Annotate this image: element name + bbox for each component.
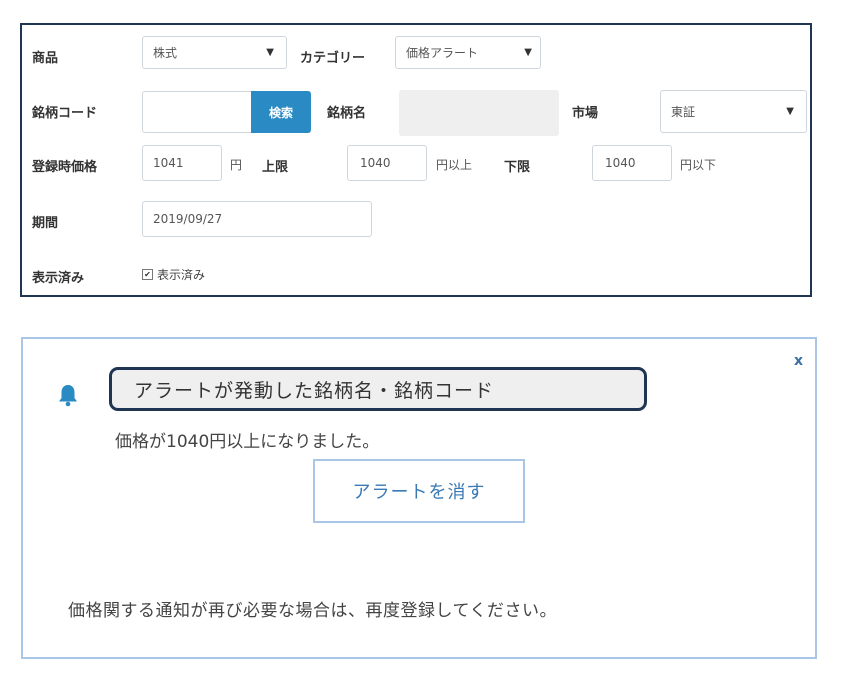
category-select[interactable]: 価格アラート ▼ (395, 36, 541, 69)
chevron-down-icon: ▼ (266, 47, 274, 58)
period-value: 2019/09/27 (153, 212, 223, 226)
search-button[interactable]: 検索 (251, 91, 311, 133)
alert-message: 価格が1040円以上になりました。 (115, 432, 380, 452)
lower-label: 下限 (504, 160, 531, 175)
lower-value: 1040 (605, 156, 636, 170)
upper-unit: 円以上 (436, 158, 473, 172)
upper-value: 1040 (360, 156, 391, 170)
dismiss-alert-button[interactable]: アラートを消す (313, 459, 525, 523)
product-select[interactable]: 株式 ▼ (142, 36, 287, 69)
product-select-value: 株式 (153, 46, 178, 60)
lower-input[interactable]: 1040 (592, 145, 672, 181)
category-select-value: 価格アラート (406, 46, 479, 60)
market-select-value: 東証 (671, 105, 696, 119)
upper-label: 上限 (262, 160, 289, 175)
market-label: 市場 (572, 106, 599, 121)
bell-icon (59, 385, 77, 407)
period-label: 期間 (32, 216, 59, 231)
code-input[interactable] (142, 91, 252, 133)
displayed-checkbox[interactable]: ✔ 表示済み (142, 266, 205, 283)
displayed-checkbox-label: 表示済み (157, 268, 206, 282)
period-input[interactable]: 2019/09/27 (142, 201, 372, 237)
alert-settings-form: 商品 株式 ▼ カテゴリー 価格アラート ▼ 銘柄コード 検索 銘柄名 市場 東… (20, 23, 812, 297)
reg-price-input[interactable]: 1041 (142, 145, 222, 181)
alert-footer-message: 価格関する通知が再び必要な場合は、再度登録してください。 (68, 601, 557, 621)
close-icon[interactable]: x (794, 353, 803, 369)
reg-price-unit: 円 (230, 158, 243, 172)
reg-price-label: 登録時価格 (32, 160, 98, 175)
code-label: 銘柄コード (32, 106, 98, 121)
name-field (399, 90, 559, 136)
reg-price-value: 1041 (153, 156, 184, 170)
chevron-down-icon: ▼ (786, 106, 794, 117)
market-select[interactable]: 東証 ▼ (660, 90, 807, 133)
category-label: カテゴリー (300, 51, 366, 66)
upper-input[interactable]: 1040 (347, 145, 427, 181)
alert-notification-panel: x アラートが発動した銘柄名・銘柄コード 価格が1040円以上になりました。 ア… (21, 337, 817, 659)
displayed-label: 表示済み (32, 271, 85, 286)
checkbox-check-icon[interactable]: ✔ (142, 269, 153, 280)
lower-unit: 円以下 (680, 158, 717, 172)
product-label: 商品 (32, 51, 59, 66)
name-label: 銘柄名 (327, 106, 367, 121)
chevron-down-icon: ▼ (524, 47, 532, 58)
alert-title: アラートが発動した銘柄名・銘柄コード (109, 367, 647, 411)
